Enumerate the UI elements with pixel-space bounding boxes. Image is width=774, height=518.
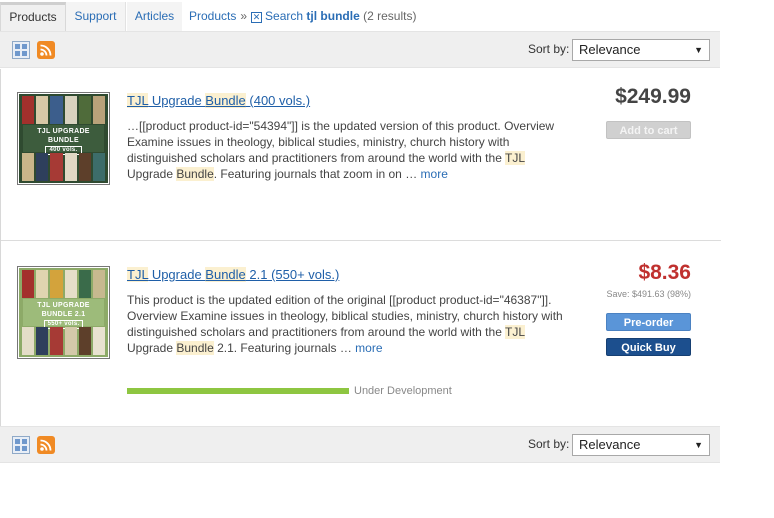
sort-value: Relevance [579, 42, 641, 57]
product-thumbnail[interactable]: TJL UPGRADE BUNDLE 2.1 550+ vols. [17, 266, 110, 359]
tab-articles[interactable]: Articles [127, 2, 182, 31]
title-part: Bundle [205, 93, 246, 108]
breadcrumb-products-link[interactable]: Products [189, 9, 236, 23]
thumb-line-1: TJL UPGRADE [37, 128, 90, 135]
breadcrumb-search-prefix: Search [265, 9, 304, 23]
pre-order-button[interactable]: Pre-order [606, 313, 691, 331]
desc-part: 2.1. Featuring journals … [213, 341, 356, 355]
progress-fill [127, 388, 349, 394]
sort-label: Sort by: [528, 437, 570, 451]
desc-highlight: Bundle [176, 341, 214, 355]
rss-icon[interactable] [37, 436, 55, 454]
desc-part: . Featuring journals that zoom in on … [213, 167, 421, 181]
title-part: TJL [127, 93, 149, 108]
results-list: TJL UPGRADE BUNDLE 400 vols. TJL Upgrade… [0, 69, 721, 426]
development-progress-bar [127, 388, 349, 394]
title-part: Upgrade [148, 267, 206, 282]
thumb-line-2: BUNDLE [48, 137, 79, 144]
title-part: Upgrade [148, 93, 206, 108]
more-link[interactable]: more [355, 341, 382, 355]
breadcrumb-separator: » [240, 9, 248, 23]
top-nav: Products Support Articles Products » ✕ Sear… [0, 0, 774, 31]
grid-view-icon[interactable] [12, 41, 30, 59]
result-item: TJL UPGRADE BUNDLE 2.1 550+ vols. TJL Up… [1, 242, 721, 426]
product-description: This product is the updated edition of t… [127, 292, 567, 356]
title-part: (400 vols.) [245, 93, 311, 108]
desc-part: Upgrade [127, 341, 177, 355]
result-count: (2 results) [363, 9, 417, 23]
sort-select[interactable]: Relevance ▼ [572, 434, 710, 456]
product-title-link[interactable]: TJL Upgrade Bundle (400 vols.) [127, 93, 310, 108]
tab-products[interactable]: Products [0, 2, 66, 31]
title-part: 2.1 (550+ vols.) [245, 267, 340, 282]
desc-part: This product is the updated edition of t… [127, 293, 563, 339]
desc-part: Upgrade [127, 167, 177, 181]
sort-label: Sort by: [528, 42, 570, 56]
desc-highlight: Bundle [176, 167, 214, 181]
results-toolbar-top: Sort by: Relevance ▼ [0, 31, 720, 68]
rss-icon[interactable] [37, 41, 55, 59]
desc-highlight: TJL [504, 151, 525, 165]
result-item: TJL UPGRADE BUNDLE 400 vols. TJL Upgrade… [1, 69, 721, 241]
product-price: $249.99 [615, 85, 691, 108]
more-link[interactable]: more [421, 167, 448, 181]
thumb-line-1: TJL UPGRADE [37, 302, 90, 309]
progress-label: Under Development [354, 385, 452, 397]
grid-view-icon[interactable] [12, 436, 30, 454]
chevron-down-icon: ▼ [694, 45, 703, 55]
thumb-line-2: BUNDLE 2.1 [41, 311, 86, 318]
quick-buy-button[interactable]: Quick Buy [606, 338, 691, 356]
title-part: TJL [127, 267, 149, 282]
add-to-cart-button[interactable]: Add to cart [606, 121, 691, 139]
results-toolbar-bottom: Sort by: Relevance ▼ [0, 426, 720, 463]
sort-value: Relevance [579, 437, 641, 452]
breadcrumb-search-term: tjl bundle [306, 9, 360, 23]
title-part: Bundle [205, 267, 246, 282]
close-icon[interactable]: ✕ [251, 12, 263, 23]
desc-highlight: TJL [504, 325, 525, 339]
chevron-down-icon: ▼ [694, 440, 703, 450]
product-title-link[interactable]: TJL Upgrade Bundle 2.1 (550+ vols.) [127, 267, 339, 282]
product-thumbnail[interactable]: TJL UPGRADE BUNDLE 400 vols. [17, 92, 110, 185]
breadcrumb: Products » ✕ Search tjl bundle (2 results) [189, 2, 416, 31]
tab-support[interactable]: Support [66, 2, 126, 31]
product-description: …[[product product-id="54394"]] is the u… [127, 118, 567, 182]
savings-text: Save: $491.63 (98%) [606, 289, 691, 299]
breadcrumb-search[interactable]: ✕ Search tjl bundle [251, 9, 360, 23]
sort-select[interactable]: Relevance ▼ [572, 39, 710, 61]
product-price: $8.36 [638, 261, 691, 284]
desc-part: …[[product product-id="54394"]] is the u… [127, 119, 555, 165]
